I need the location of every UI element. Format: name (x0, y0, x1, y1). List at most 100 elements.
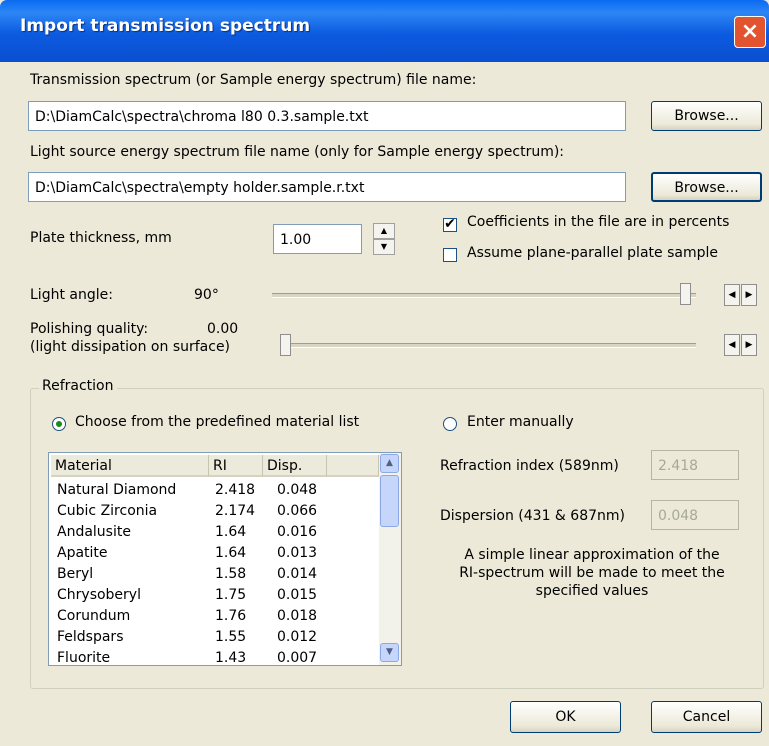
polishing-slider-track[interactable] (280, 343, 696, 348)
column-header-material[interactable]: Material (51, 455, 209, 477)
plate-thickness-up-button[interactable]: ▲ (373, 223, 395, 239)
ri-cell: 2.174 (215, 503, 256, 519)
light-angle-value: 90° (194, 287, 219, 303)
material-name-cell: Andalusite (57, 524, 131, 540)
refraction-index-input[interactable]: 2.418 (651, 450, 739, 480)
plate-thickness-down-button[interactable]: ▼ (373, 239, 395, 255)
approximation-note: A simple linear approximation of the RI-… (432, 546, 752, 600)
light-angle-slider-thumb[interactable] (680, 283, 691, 305)
ri-cell: 1.43 (215, 650, 247, 666)
light-source-browse-button[interactable]: Browse... (651, 172, 762, 202)
close-button[interactable]: × (734, 16, 766, 48)
dispersion-cell: 0.016 (277, 524, 318, 540)
note-line-1: A simple linear approximation of the (464, 547, 720, 563)
arrow-right-icon: ▶ (745, 340, 753, 350)
light-angle-slider-track[interactable] (272, 293, 696, 298)
material-row[interactable]: Corundum 1.76 0.018 (49, 606, 379, 627)
ri-cell: 1.75 (215, 587, 247, 603)
note-line-3: specified values (535, 583, 649, 599)
column-header-ri[interactable]: RI (209, 455, 263, 477)
polishing-quality-value: 0.00 (207, 321, 239, 337)
coefficients-percent-checkbox[interactable]: ✔ (443, 216, 457, 232)
plate-thickness-input[interactable]: 1.00 (273, 224, 362, 254)
light-source-file-input[interactable]: D:\DiamCalc\spectra\empty holder.sample.… (28, 172, 626, 202)
ok-button[interactable]: OK (510, 701, 621, 733)
title-bar[interactable]: Import transmission spectrum × (0, 0, 769, 62)
dispersion-cell: 0.018 (277, 608, 318, 624)
light-angle-increase-button[interactable]: ▶ (741, 284, 757, 306)
material-row[interactable]: Cubic Zirconia 2.174 0.066 (49, 501, 379, 522)
column-header-empty (327, 455, 379, 477)
material-row[interactable]: Natural Diamond 2.418 0.048 (49, 480, 379, 501)
polishing-increase-button[interactable]: ▶ (741, 334, 757, 356)
material-row[interactable]: Andalusite 1.64 0.016 (49, 522, 379, 543)
material-row[interactable]: Feldspars 1.55 0.012 (49, 627, 379, 648)
predefined-material-radio[interactable] (52, 417, 66, 431)
dispersion-input[interactable]: 0.048 (651, 500, 739, 530)
predefined-material-label: Choose from the predefined material list (75, 414, 360, 430)
material-name-cell: Chrysoberyl (57, 587, 141, 603)
material-list[interactable]: Material RI Disp. Natural Diamond 2.418 0.… (48, 452, 402, 666)
polishing-slider-thumb[interactable] (280, 334, 291, 356)
note-line-2: RI-spectrum will be made to meet the (459, 565, 725, 581)
ri-cell: 1.64 (215, 524, 247, 540)
transmission-file-label: Transmission spectrum (or Sample energy … (30, 72, 477, 88)
transmission-browse-button[interactable]: Browse... (651, 101, 762, 131)
material-row[interactable]: Fluorite 1.43 0.007 (49, 648, 379, 666)
arrow-up-icon: ▲ (380, 226, 388, 235)
material-row[interactable]: Chrysoberyl 1.75 0.015 (49, 585, 379, 606)
arrow-left-icon: ◀ (728, 340, 736, 350)
ri-cell: 1.76 (215, 608, 247, 624)
scroll-down-button[interactable]: ▼ (380, 643, 399, 662)
arrow-down-icon: ▼ (380, 242, 388, 251)
dispersion-cell: 0.012 (277, 629, 318, 645)
arrow-left-icon: ◀ (728, 290, 736, 300)
polishing-quality-label: Polishing quality: (30, 321, 149, 337)
light-angle-decrease-button[interactable]: ◀ (724, 284, 740, 306)
material-list-scrollbar[interactable]: ▲ ▼ (379, 453, 401, 665)
manual-entry-radio[interactable] (443, 417, 457, 431)
ri-cell: 1.55 (215, 629, 247, 645)
plane-parallel-label: Assume plane-parallel plate sample (467, 245, 718, 261)
dispersion-cell: 0.048 (277, 482, 318, 498)
light-source-file-label: Light source energy spectrum file name (… (30, 144, 565, 160)
scroll-up-button[interactable]: ▲ (380, 454, 399, 473)
material-name-cell: Feldspars (57, 629, 124, 645)
light-angle-label: Light angle: (30, 287, 113, 303)
plate-thickness-label: Plate thickness, mm (30, 230, 172, 246)
plane-parallel-checkbox[interactable] (443, 248, 457, 262)
refraction-group-label: Refraction (39, 378, 117, 394)
dispersion-cell: 0.014 (277, 566, 318, 582)
import-dialog: Import transmission spectrum × Transmiss… (0, 0, 769, 746)
column-header-dispersion[interactable]: Disp. (263, 455, 327, 477)
material-row[interactable]: Apatite 1.64 0.013 (49, 543, 379, 564)
material-name-cell: Natural Diamond (57, 482, 177, 498)
dispersion-cell: 0.066 (277, 503, 318, 519)
polishing-decrease-button[interactable]: ◀ (724, 334, 740, 356)
dispersion-cell: 0.007 (277, 650, 318, 666)
dispersion-cell: 0.013 (277, 545, 318, 561)
dialog-title: Import transmission spectrum (20, 16, 311, 36)
material-name-cell: Fluorite (57, 650, 111, 666)
ri-cell: 1.64 (215, 545, 247, 561)
ri-cell: 1.58 (215, 566, 247, 582)
material-name-cell: Beryl (57, 566, 94, 582)
scroll-thumb[interactable] (380, 475, 399, 527)
dispersion-label: Dispersion (431 & 687nm) (440, 508, 625, 524)
cancel-button[interactable]: Cancel (651, 701, 762, 733)
radio-selected-icon (56, 421, 62, 427)
coefficients-percent-label: Coefficients in the file are in percents (467, 214, 730, 230)
refraction-index-label: Refraction index (589nm) (440, 458, 619, 474)
transmission-file-input[interactable]: D:\DiamCalc\spectra\chroma l80 0.3.sampl… (28, 101, 626, 131)
material-row[interactable]: Beryl 1.58 0.014 (49, 564, 379, 585)
arrow-right-icon: ▶ (745, 290, 753, 300)
polishing-quality-sublabel: (light dissipation on surface) (30, 339, 231, 355)
chevron-down-icon: ▼ (386, 647, 393, 657)
material-name-cell: Corundum (57, 608, 131, 624)
material-name-cell: Cubic Zirconia (57, 503, 158, 519)
manual-entry-label: Enter manually (467, 414, 574, 430)
dispersion-cell: 0.015 (277, 587, 318, 603)
checkmark-icon: ✔ (444, 216, 456, 232)
material-name-cell: Apatite (57, 545, 108, 561)
chevron-up-icon: ▲ (386, 458, 393, 468)
